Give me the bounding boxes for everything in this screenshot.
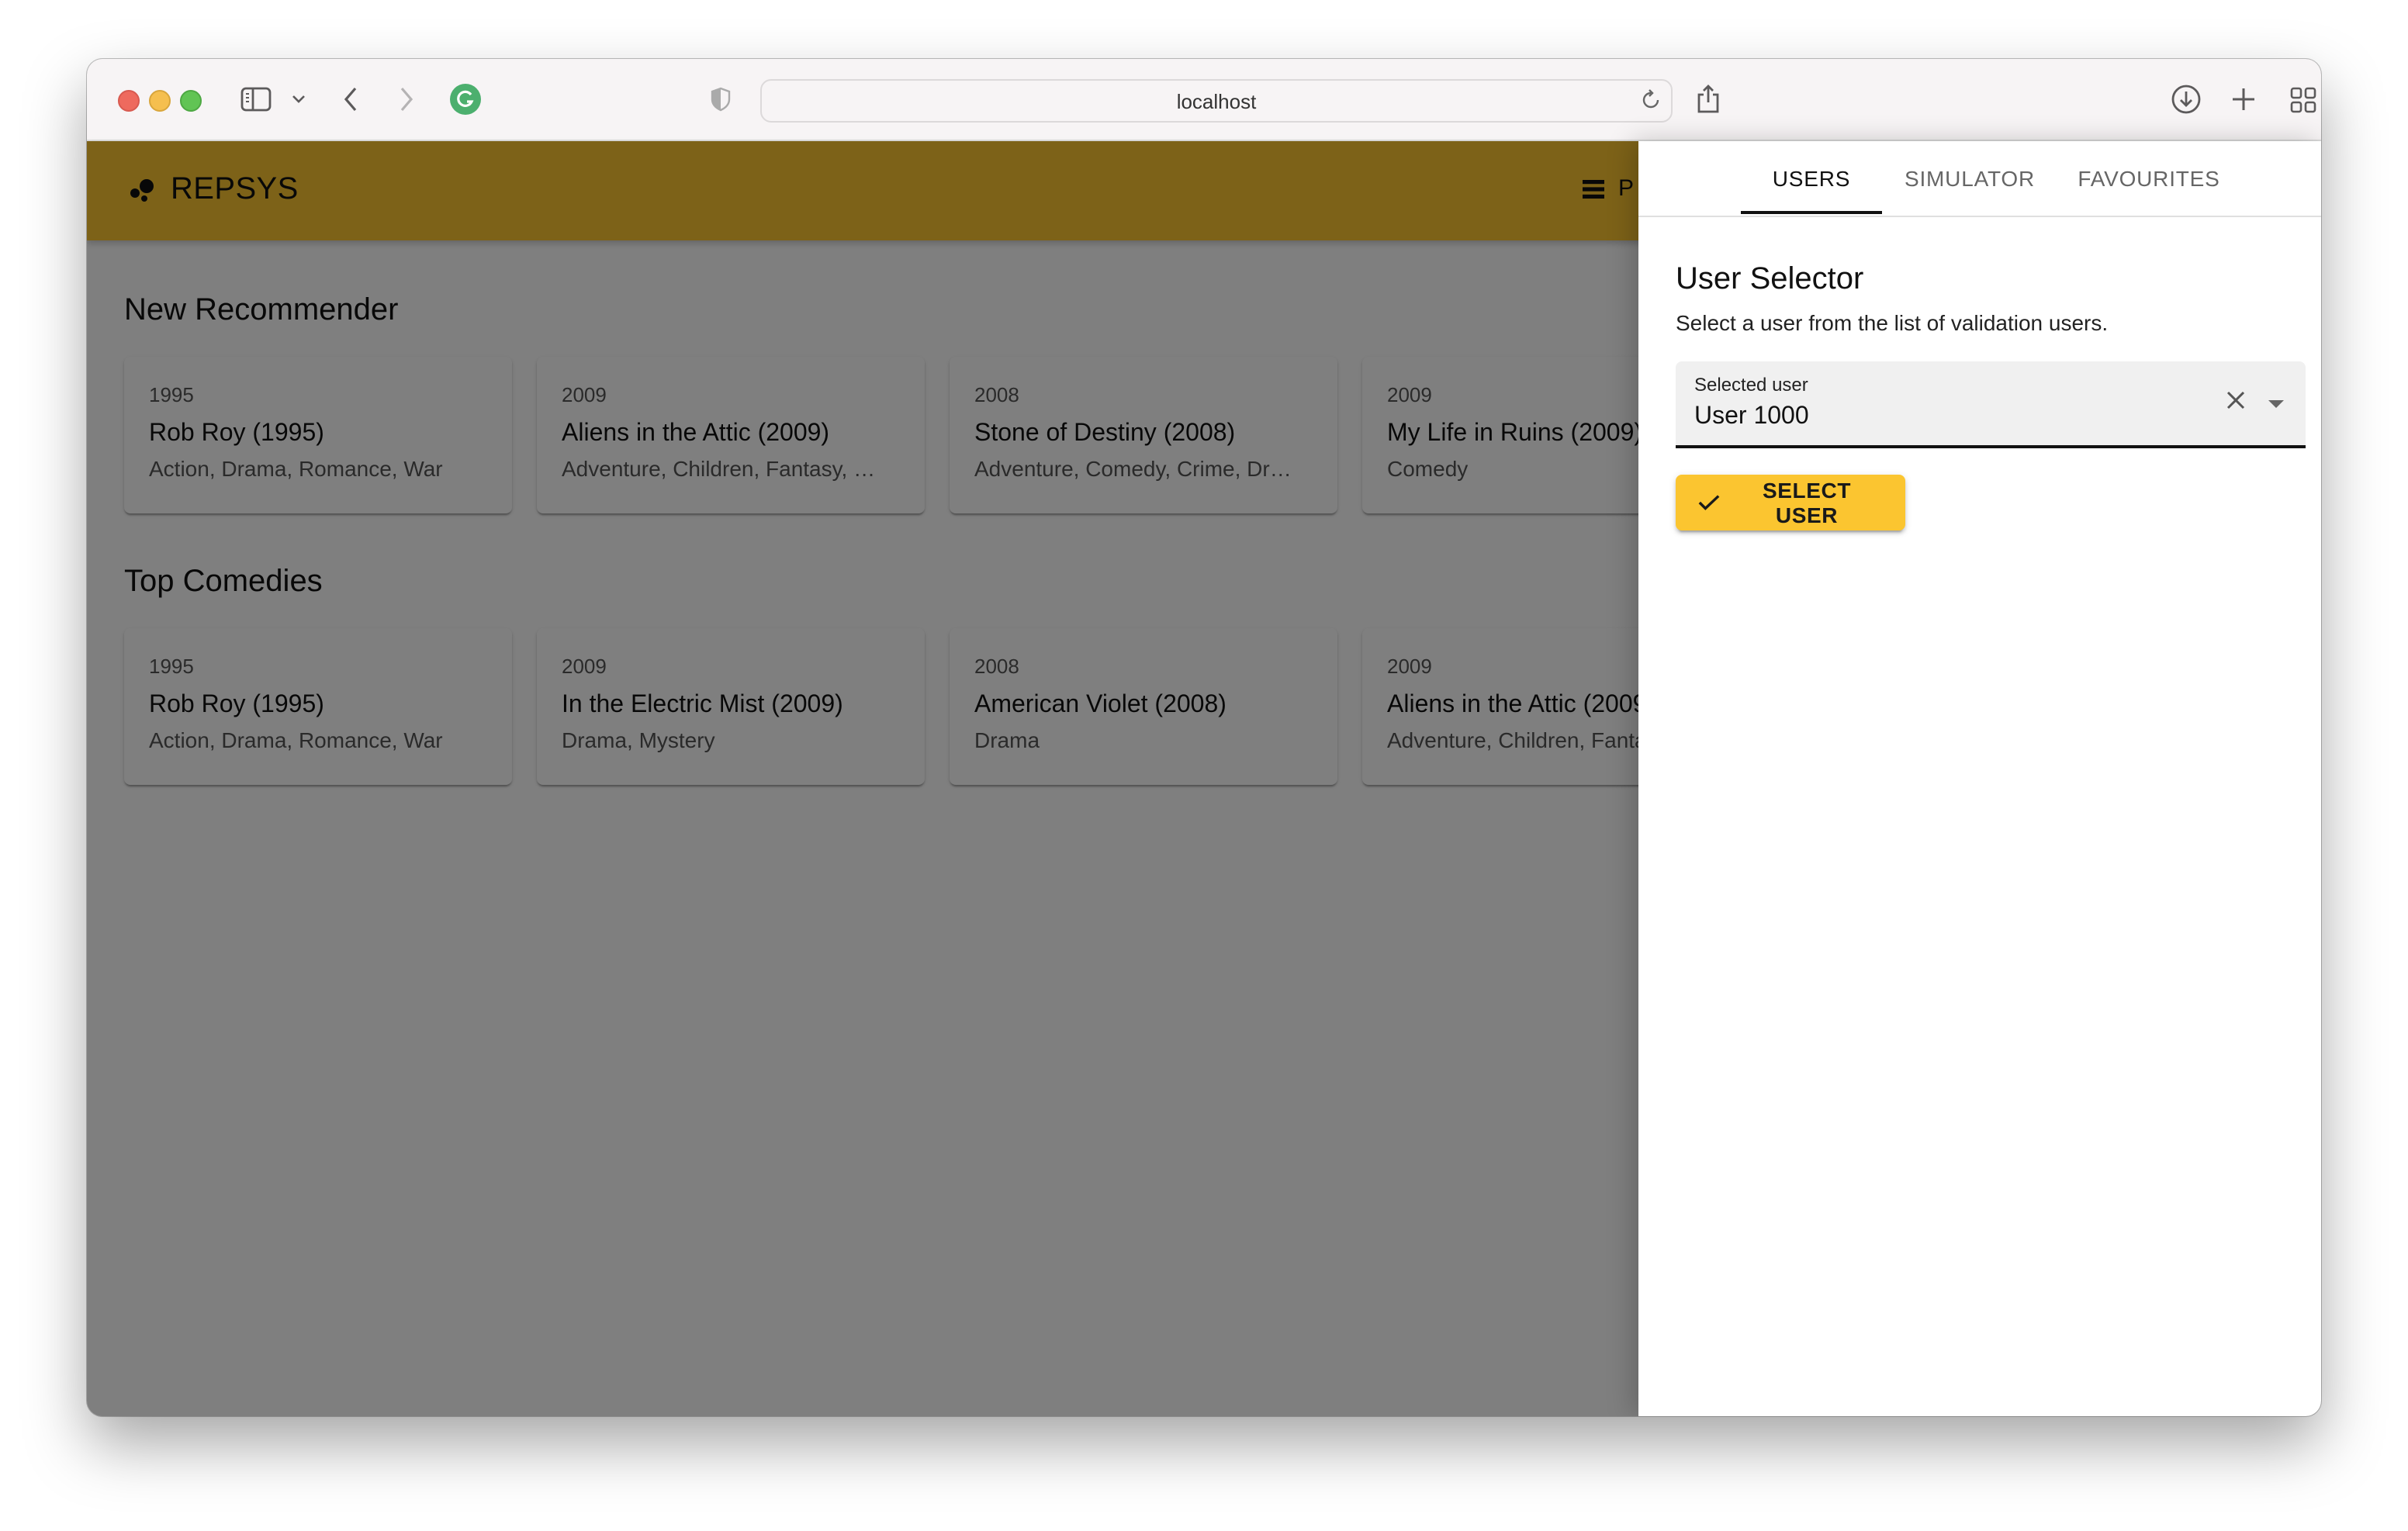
minimize-window-button[interactable] [149, 90, 171, 112]
clear-icon[interactable] [2225, 389, 2247, 419]
zoom-window-button[interactable] [180, 90, 202, 112]
selected-user-select[interactable]: Selected user User 1000 [1676, 361, 2306, 448]
privacy-shield-icon[interactable] [708, 81, 732, 118]
select-label: Selected user [1694, 374, 1808, 396]
select-value: User 1000 [1694, 403, 1809, 430]
tab-overview-icon[interactable] [2287, 81, 2318, 118]
panel-title: User Selector [1676, 262, 1864, 296]
address-bar[interactable]: localhost [760, 79, 1673, 123]
browser-window: localhost REPSYS [87, 59, 2321, 1416]
select-user-button-label: SELECT USER [1762, 478, 1852, 527]
app-viewport: REPSYS P New Recommender 1995 Rob Roy (1… [87, 141, 2321, 1416]
tab-simulator[interactable]: SIMULATOR [1882, 141, 2057, 216]
tab-users[interactable]: USERS [1741, 141, 1882, 216]
url-text: localhost [1176, 89, 1257, 112]
grammarly-extension-icon[interactable] [448, 81, 483, 118]
user-drawer: USERS SIMULATOR FAVOURITES User Selector… [1638, 141, 2321, 1416]
drawer-tabs: USERS SIMULATOR FAVOURITES [1638, 141, 2321, 217]
download-icon[interactable] [2169, 81, 2203, 118]
sidebar-toggle-icon[interactable] [239, 81, 273, 118]
browser-toolbar: localhost [87, 59, 2321, 141]
forward-icon[interactable] [394, 81, 419, 118]
chevron-down-icon[interactable] [289, 81, 307, 118]
reload-icon[interactable] [1640, 87, 1662, 116]
panel-description: Select a user from the list of validatio… [1676, 310, 2109, 335]
select-user-button[interactable]: SELECT USER [1676, 475, 1905, 530]
close-window-button[interactable] [118, 90, 140, 112]
tab-favourites[interactable]: FAVOURITES [2057, 141, 2240, 216]
check-icon [1698, 495, 1720, 510]
active-tab-indicator [1741, 211, 1882, 214]
new-tab-icon[interactable] [2228, 81, 2259, 118]
dropdown-arrow-icon[interactable] [2268, 400, 2284, 408]
share-icon[interactable] [1694, 81, 1722, 118]
back-icon[interactable] [338, 81, 363, 118]
